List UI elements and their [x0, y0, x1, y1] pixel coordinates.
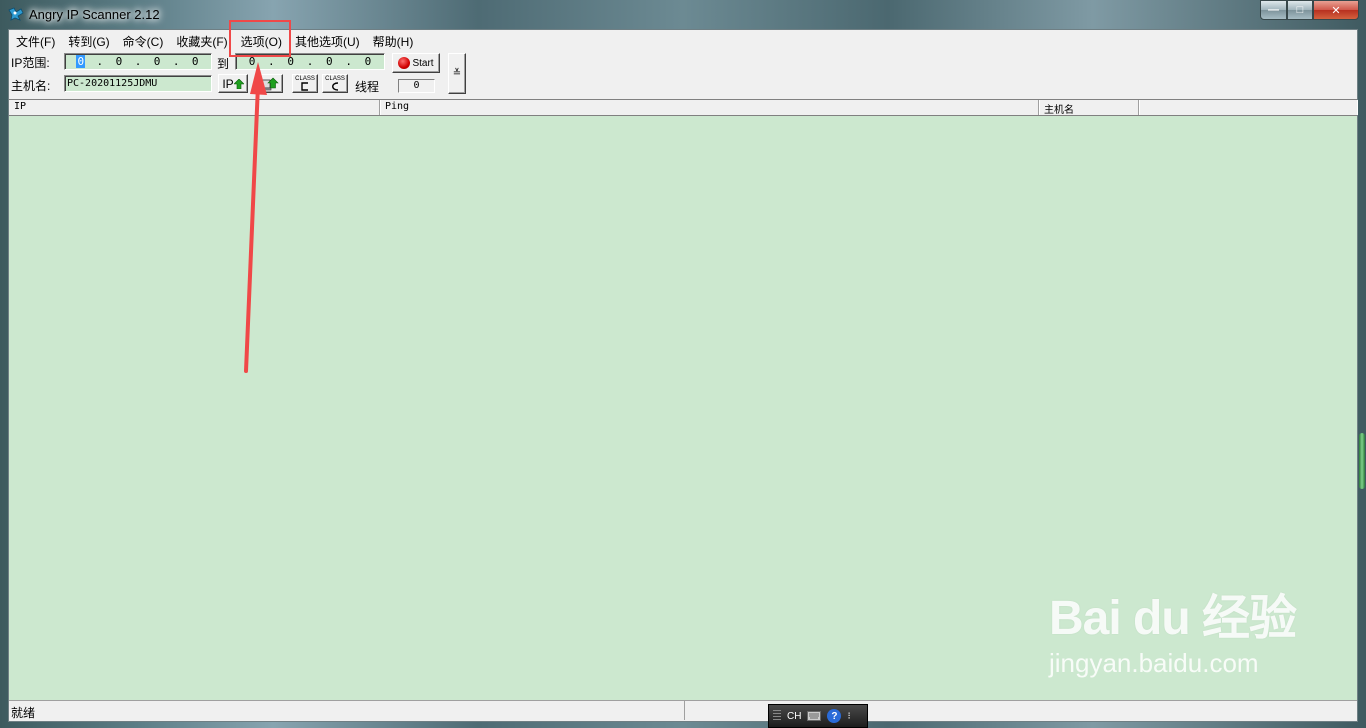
watermark-logo: Bai du 经验 [1048, 592, 1297, 645]
watermark-url: jingyan.baidu.com [1048, 648, 1259, 678]
baidu-watermark: Bai du 经验 jingyan.baidu.com [1048, 578, 1297, 679]
